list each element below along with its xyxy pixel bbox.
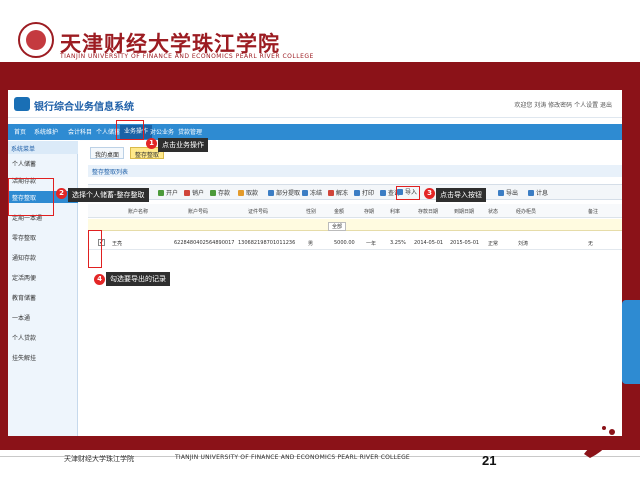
sidebar-item-personal-savings[interactable]: 个人储蓄 <box>8 157 78 169</box>
sidebar-item-one-book[interactable]: 一本通 <box>8 311 78 323</box>
footer-university-en: TIANJIN UNIVERSITY OF FINANCE AND ECONOM… <box>175 454 410 461</box>
toolbar: 开户 销户 存款 取款 部分提取 冻结 解冻 打印 查询 导入 导出 计息 <box>88 184 622 200</box>
slide: 天津财经大学珠江学院 TIANJIN UNIVERSITY OF FINANCE… <box>0 0 640 480</box>
nav-item-corporate[interactable]: 对公业务 <box>150 127 174 136</box>
col-due-date[interactable]: 到期日期 <box>454 208 474 215</box>
col-amount[interactable]: 金额 <box>334 208 344 215</box>
col-account-no[interactable]: 账户号码 <box>188 208 208 215</box>
footer-university-cn: 天津财经大学珠江学院 <box>64 455 134 463</box>
col-status[interactable]: 状态 <box>488 208 498 215</box>
sidebar-item-flexible[interactable]: 定活两便 <box>8 271 78 283</box>
col-term[interactable]: 存期 <box>364 208 374 215</box>
sidebar-item-loss[interactable]: 挂失解挂 <box>8 351 78 363</box>
step-tip-1: 点击业务操作 <box>158 138 208 152</box>
sidebar-title: 系统菜单 <box>8 141 78 154</box>
table-header: 账户名称 账户号码 证件号码 性别 金额 存期 利率 存款日期 到期日期 状态 … <box>88 204 622 218</box>
page-number: 21 <box>482 453 497 468</box>
user-info[interactable]: 欢迎您 刘涛 修改密码 个人设置 退出 <box>514 100 612 109</box>
app-title: 银行综合业务信息系统 <box>34 102 134 113</box>
col-gender[interactable]: 性别 <box>306 208 316 215</box>
step-tip-4: 勾选要导出的记录 <box>106 272 170 286</box>
nav-item-accounts[interactable]: 会计科目 <box>68 127 92 136</box>
open-account-button[interactable]: 开户 <box>158 188 178 198</box>
close-account-button[interactable]: 销户 <box>184 188 204 198</box>
sidebar-item-education[interactable]: 教育储蓄 <box>8 291 78 303</box>
export-button[interactable]: 导出 <box>498 188 518 198</box>
step-marker-4: 4 <box>94 274 105 285</box>
col-id-no[interactable]: 证件号码 <box>248 208 268 215</box>
print-button[interactable]: 打印 <box>354 188 374 198</box>
sidebar-item-installment[interactable]: 零存整取 <box>8 231 78 243</box>
highlight-nav-operations <box>116 120 144 140</box>
panel-title: 整存整取列表 <box>88 165 622 177</box>
interest-button[interactable]: 计息 <box>528 188 548 198</box>
cell-term: 一年 <box>366 241 377 247</box>
partial-withdraw-button[interactable]: 部分提取 <box>268 188 300 198</box>
cell-status: 正常 <box>488 241 499 247</box>
col-teller[interactable]: 经办柜员 <box>516 208 536 215</box>
side-scroll-tab[interactable] <box>622 300 640 384</box>
highlight-row-checkbox <box>88 230 102 268</box>
cell-rate: 3.25% <box>390 240 406 246</box>
step-marker-1: 1 <box>146 138 157 149</box>
deposit-button[interactable]: 存款 <box>210 188 230 198</box>
cell-amount: 5000.00 <box>334 240 355 246</box>
sidebar-item-loan[interactable]: 个人贷款 <box>8 331 78 343</box>
nav-item-loans[interactable]: 贷款管理 <box>178 127 202 136</box>
col-open-date[interactable]: 存款日期 <box>418 208 438 215</box>
col-remark[interactable]: 备注 <box>588 208 598 215</box>
nav-item-system[interactable]: 系统维护 <box>34 127 58 136</box>
step-tip-2: 选择个人储蓄-整存整取 <box>68 188 149 202</box>
corner-ornament-icon <box>584 426 615 458</box>
cell-account-no: 6228480402564890017 <box>174 240 235 246</box>
cell-remark: 无 <box>588 241 594 247</box>
cell-id-no: 130682198701011236 <box>238 240 296 246</box>
bank-logo-icon <box>14 97 30 111</box>
app-header: 银行综合业务信息系统 欢迎您 刘涛 修改密码 个人设置 退出 <box>8 90 622 118</box>
sidebar-item-notice[interactable]: 通知存款 <box>8 251 78 263</box>
cell-teller: 刘涛 <box>518 241 529 247</box>
step-tip-3: 点击导入按钮 <box>436 188 486 202</box>
amount-filter-select[interactable]: 全部 <box>328 222 347 231</box>
cell-open-date: 2014-05-01 <box>414 240 444 246</box>
step-marker-2: 2 <box>56 188 67 199</box>
nav-item-home[interactable]: 首页 <box>14 127 26 136</box>
highlight-sidebar-fixed <box>8 178 54 216</box>
col-rate[interactable]: 利率 <box>390 208 400 215</box>
freeze-button[interactable]: 冻结 <box>302 188 322 198</box>
cell-gender: 男 <box>308 241 314 247</box>
tab-desktop[interactable]: 我的桌面 <box>90 147 125 159</box>
main-nav: 首页 系统维护 会计科目 个人储蓄 业务操作 对公业务 贷款管理 <box>8 124 622 140</box>
withdraw-button[interactable]: 取款 <box>238 188 258 198</box>
cell-account-name: 王亮 <box>112 241 123 247</box>
table-row[interactable]: ✓ 王亮 6228480402564890017 130682198701011… <box>88 236 622 250</box>
university-seal-icon <box>18 22 54 58</box>
cell-due-date: 2015-05-01 <box>450 240 480 246</box>
university-name-en: TIANJIN UNIVERSITY OF FINANCE AND ECONOM… <box>60 53 314 60</box>
import-button[interactable]: 导入 <box>396 186 421 200</box>
step-marker-3: 3 <box>424 188 435 199</box>
filter-row: 全部 <box>88 219 622 231</box>
col-account-name[interactable]: 账户名称 <box>128 208 148 215</box>
unfreeze-button[interactable]: 解冻 <box>328 188 348 198</box>
